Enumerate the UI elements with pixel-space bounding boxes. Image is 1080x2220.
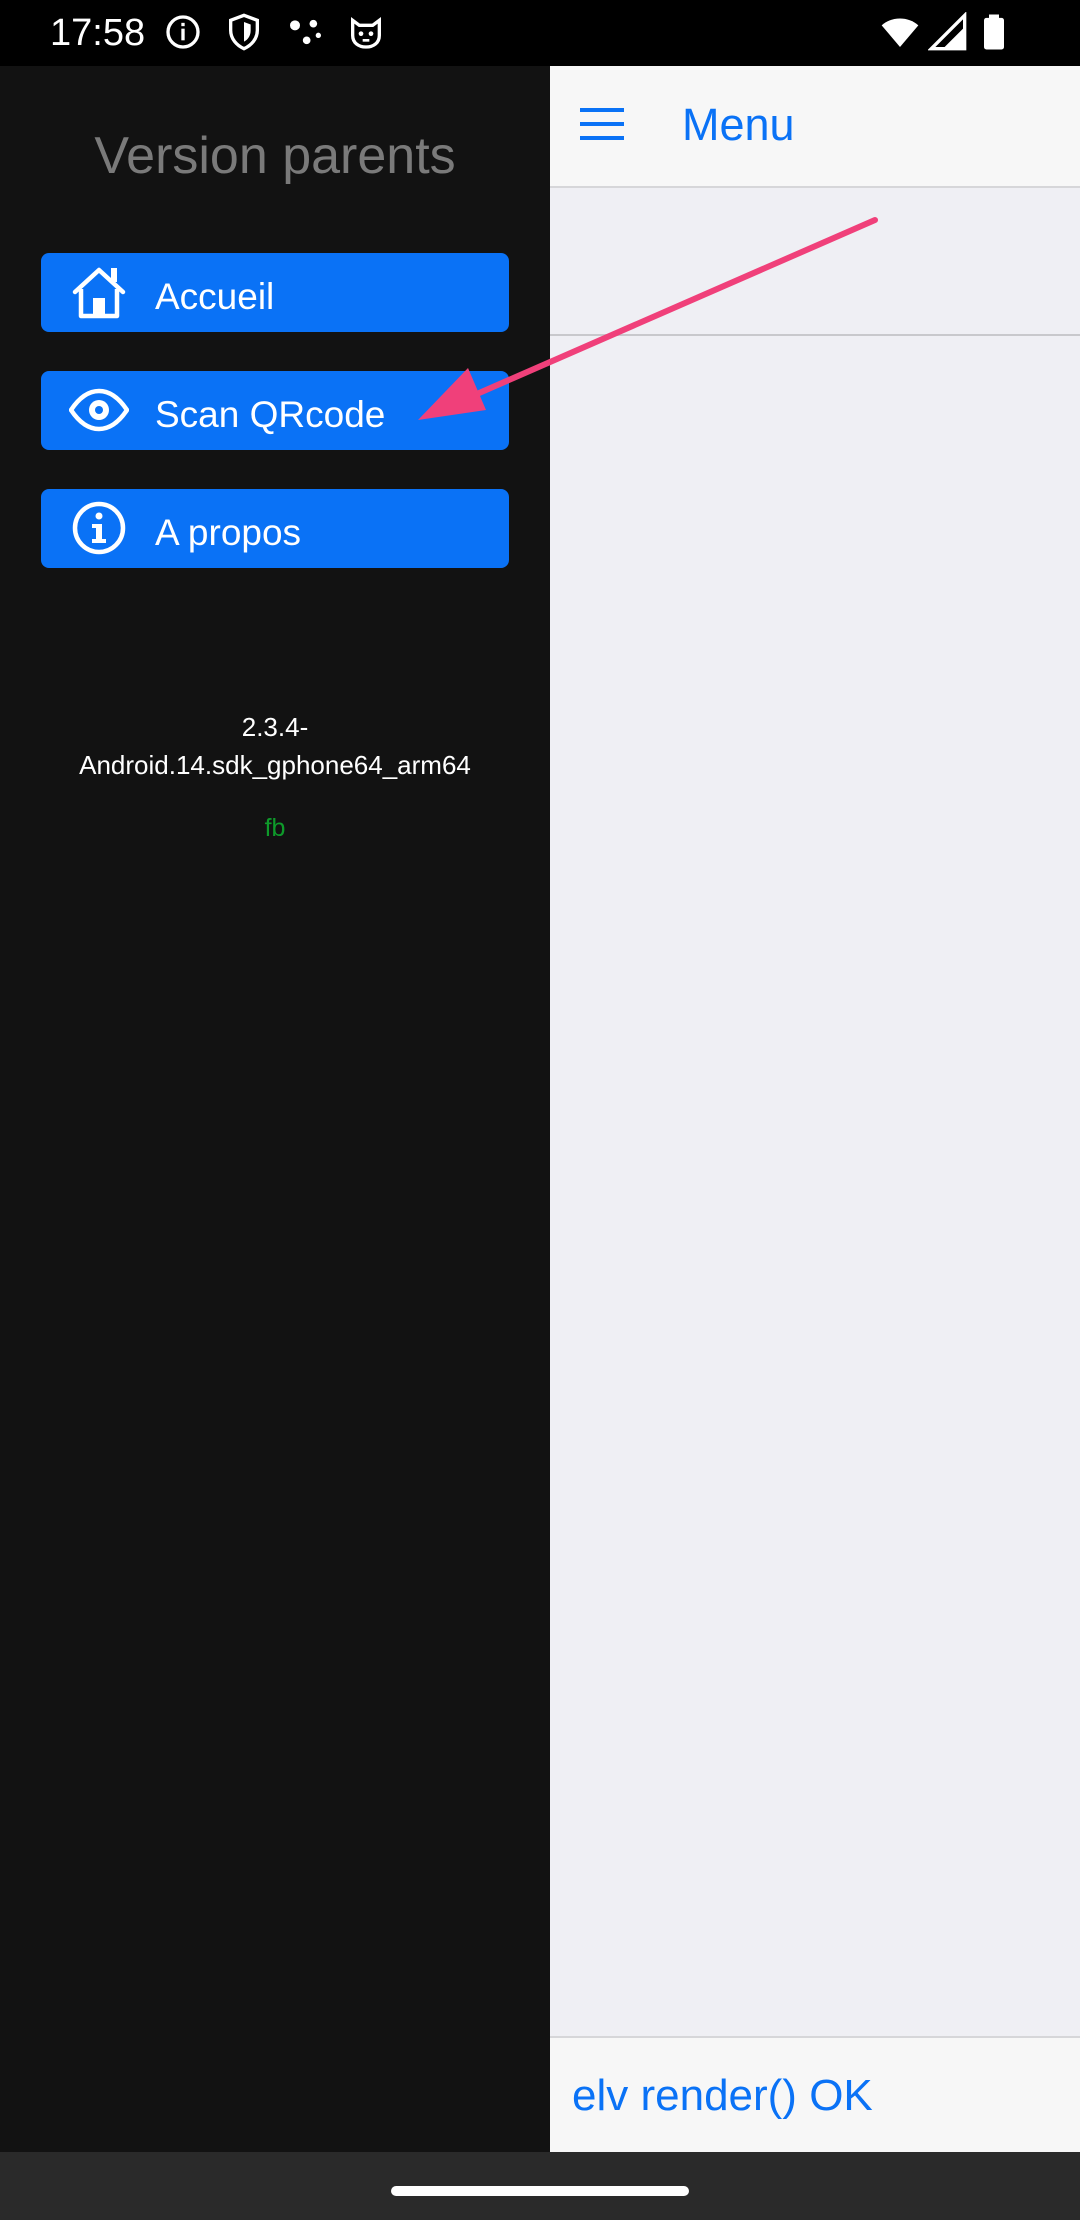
footer-status-text: elv render() OK [572, 2071, 873, 2120]
drawer-title: Version parents [94, 127, 456, 185]
version-info: 2.3.4- Android.14.sdk_gphone64_arm64 [0, 708, 550, 784]
version-line: 2.3.4- [241, 712, 309, 742]
info-icon [163, 12, 203, 52]
version-line: Android.14.sdk_gphone64_arm64 [79, 750, 471, 780]
drawer-item-scan-qrcode[interactable]: Scan QRcode [41, 371, 509, 450]
drawer-item-label: Scan QRcode [155, 394, 386, 435]
content-panel [550, 188, 1080, 336]
navigation-drawer: Version parents Accueil Scan QRcode A pr… [0, 66, 550, 2152]
status-time: 17:58 [50, 12, 146, 54]
signal-icon [928, 12, 968, 52]
info-circle-icon [69, 498, 129, 558]
status-bar: 17:58 [0, 0, 1080, 66]
shield-icon [224, 12, 264, 52]
battery-icon [974, 12, 1014, 52]
footer-bar: elv render() OK [550, 2036, 1080, 2154]
hamburger-icon[interactable] [578, 104, 626, 144]
fb-label: fb [264, 814, 286, 842]
eye-icon [69, 380, 129, 440]
wifi-icon [880, 12, 920, 52]
home-indicator[interactable] [391, 2186, 689, 2196]
home-icon [69, 262, 129, 322]
app-header: Menu [550, 66, 1080, 188]
drawer-item-label: Accueil [155, 276, 275, 317]
drawer-item-label: A propos [155, 512, 302, 553]
drawer-item-a-propos[interactable]: A propos [41, 489, 509, 568]
system-navigation-bar [0, 2152, 1080, 2220]
header-title: Menu [682, 99, 795, 150]
main-content: Menu elv render() OK [550, 66, 1080, 2154]
cat-face-icon [346, 12, 386, 52]
drawer-item-accueil[interactable]: Accueil [41, 253, 509, 332]
network-dots-icon [285, 12, 325, 52]
